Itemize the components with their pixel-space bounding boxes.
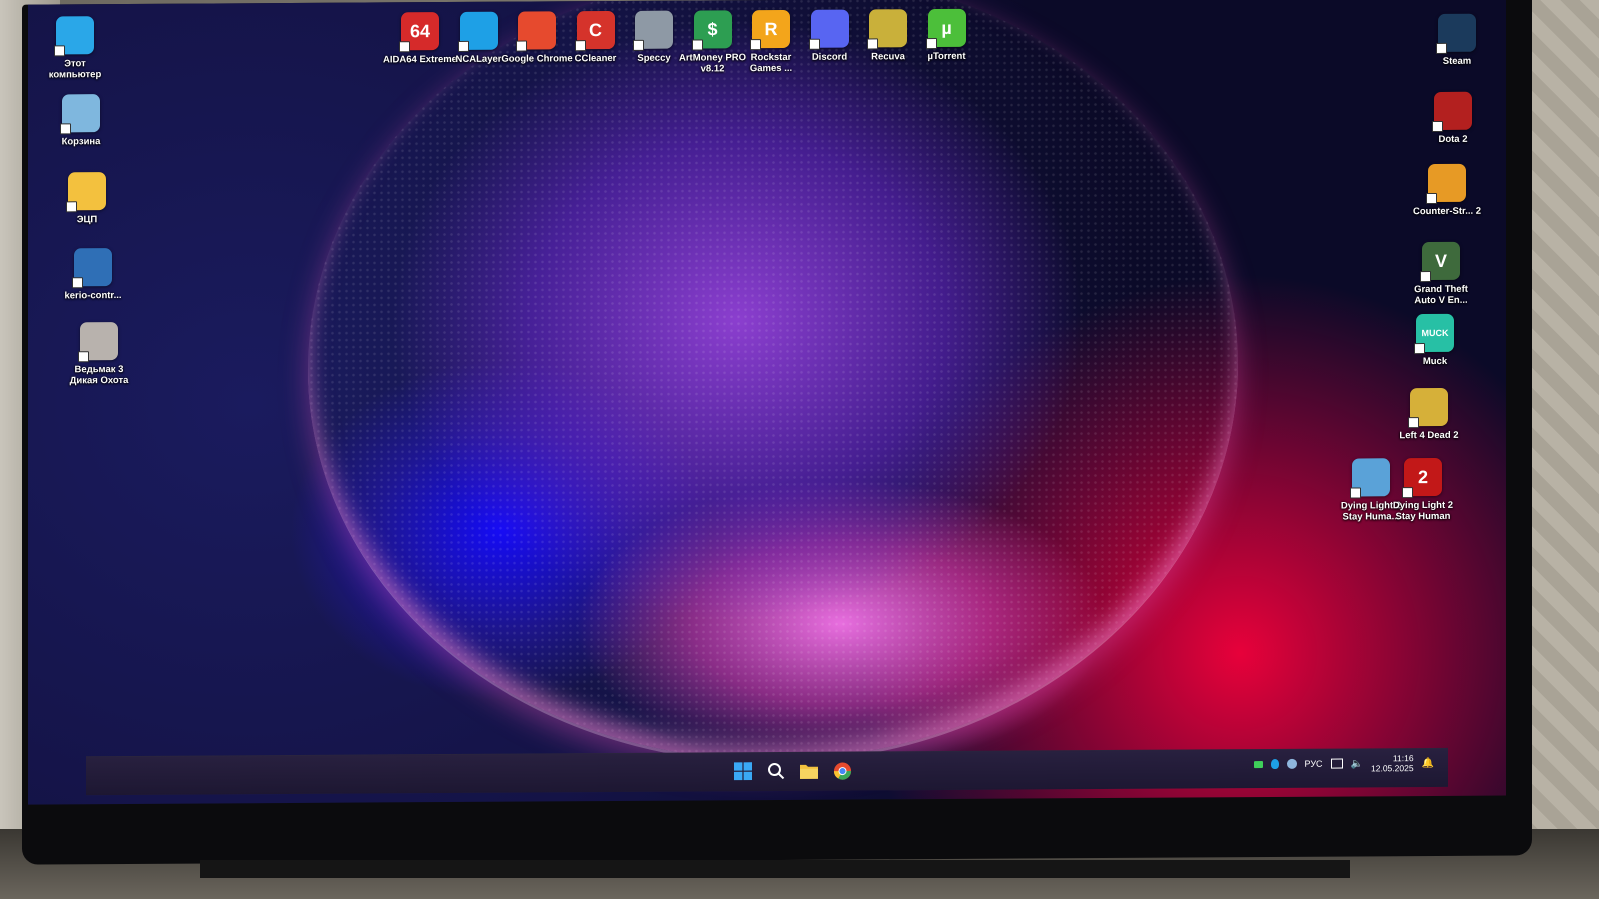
desktop-shortcut-label: Muck [1422,355,1448,368]
windows-icon [734,762,752,781]
icon-glyph: MUCK [1421,327,1449,339]
desktop-shortcut-steam[interactable]: Steam [1420,13,1494,67]
search-button[interactable] [764,759,788,783]
desktop-shortcut-label: Ведьмак 3 Дикая Охота [69,363,129,387]
tray-steam-icon[interactable] [1286,758,1297,769]
desktop-shortcut-witcher[interactable]: Ведьмак 3 Дикая Охота [62,322,136,386]
speccy-icon [635,10,673,49]
ncalayer-icon [459,11,498,50]
chrome-taskbar-button[interactable] [830,759,854,783]
desktop-shortcut-label: Speccy [637,52,671,64]
left4dead2-icon [1410,387,1448,427]
monitor: Этот компьютер Корзина ЭЦП kerio-contr... Ве… [22,0,1532,865]
dying-light-2-icon [1352,458,1390,497]
rockstar-icon: R [752,9,790,49]
witcher-icon [80,322,118,361]
notification-icon[interactable]: 🔔 [1422,757,1434,768]
desktop-shortcut-label: Dota 2 [1438,133,1468,145]
network-icon[interactable] [1330,758,1343,769]
desktop-shortcut-label: Recuva [871,51,905,63]
language-indicator[interactable]: РУС [1305,759,1323,769]
desktop-shortcut-counter-strike[interactable]: Counter-Str... 2 [1410,163,1484,218]
desktop-shortcut-monitor[interactable]: Этот компьютер [38,16,112,80]
desktop-shortcut-label: Корзина [61,136,101,148]
folder-icon [800,764,818,779]
icon-glyph: 64 [409,20,431,41]
desktop-shortcut-label: ЭЦП [76,214,98,226]
muck-icon: MUCK [1416,313,1454,353]
recuva-icon [869,9,907,48]
desktop-shortcut-recycle-bin[interactable]: Корзина [44,94,118,147]
desktop-shortcut-label: Discord [811,51,848,63]
counter-strike-icon [1428,163,1466,203]
desktop-screen: Этот компьютер Корзина ЭЦП kerio-contr... Ве… [28,0,1506,805]
monitor-bottom-bezel [200,860,1350,878]
desktop-shortcut-label: CCleaner [574,52,617,65]
kerio-icon [74,248,112,287]
icon-glyph: R [764,18,778,39]
desktop-shortcut-dota2[interactable]: Dota 2 [1416,91,1490,145]
taskbar-pinned [731,759,854,784]
steam-icon [1438,13,1476,52]
dota2-icon [1434,91,1472,130]
volume-icon[interactable]: 🔈 [1351,758,1363,769]
artmoney-icon: $ [693,10,732,49]
wallpaper-pattern [308,0,1238,763]
icon-glyph: C [589,19,602,40]
ccleaner-icon: C [576,10,615,50]
dying-light-2-alt-icon: 2 [1404,457,1442,497]
icon-glyph: V [1434,250,1447,271]
icon-glyph: $ [707,18,718,39]
start-button[interactable] [731,759,755,783]
desktop-shortcut-label: kerio-contr... [64,290,122,302]
tray-ncalayer-icon[interactable] [1270,758,1279,769]
desktop-shortcut-label: NCALayer [455,53,502,65]
utorrent-icon: µ [927,8,966,48]
desktop-shortcut-left4dead2[interactable]: Left 4 Dead 2 [1392,387,1466,442]
icon-glyph: µ [941,17,952,38]
desktop-shortcut-label: Grand Theft Auto V En... [1414,283,1468,307]
wallpaper-ring [308,0,1238,766]
desktop-shortcut-utorrent[interactable]: µ µTorrent [910,8,984,63]
aida64-icon: 64 [401,12,439,51]
desktop-shortcut-muck[interactable]: MUCK Muck [1398,313,1472,368]
monitor-icon [56,16,94,55]
file-explorer-button[interactable] [797,759,821,783]
discord-icon [810,9,849,48]
chrome-icon [833,762,851,780]
taskbar: РУС 🔈 11:16 12.05.2025 🔔 [86,747,1448,796]
gta5-icon: V [1422,241,1460,281]
clock-date: 12.05.2025 [1371,763,1414,774]
desktop-shortcut-label: Left 4 Dead 2 [1399,429,1459,442]
clock[interactable]: 11:16 12.05.2025 [1371,753,1414,773]
desktop-shortcut-label: Steam [1442,55,1472,67]
tray-green-icon[interactable] [1253,760,1263,768]
desktop-shortcut-gta5[interactable]: V Grand Theft Auto V En... [1404,241,1478,307]
recycle-bin-icon [62,94,100,133]
folder-icon [68,172,106,211]
clock-time: 11:16 [1392,753,1414,764]
desktop-shortcut-kerio[interactable]: kerio-contr... [56,248,130,301]
desktop-shortcut-label: Counter-Str... 2 [1412,205,1482,218]
chrome-icon [518,11,556,50]
desktop-shortcut-label: µTorrent [927,50,966,63]
desktop-shortcut-folder[interactable]: ЭЦП [50,172,124,225]
icon-glyph: 2 [1417,466,1428,487]
search-icon [768,763,785,780]
system-tray: РУС 🔈 11:16 12.05.2025 🔔 [1253,753,1434,774]
desktop-shortcut-label: Этот компьютер [48,58,102,81]
desktop-shortcut-label: Dying Light 2 Stay Human [1392,499,1454,523]
desktop-shortcut-dying-light-2-alt[interactable]: 2 Dying Light 2 Stay Human [1386,457,1460,523]
